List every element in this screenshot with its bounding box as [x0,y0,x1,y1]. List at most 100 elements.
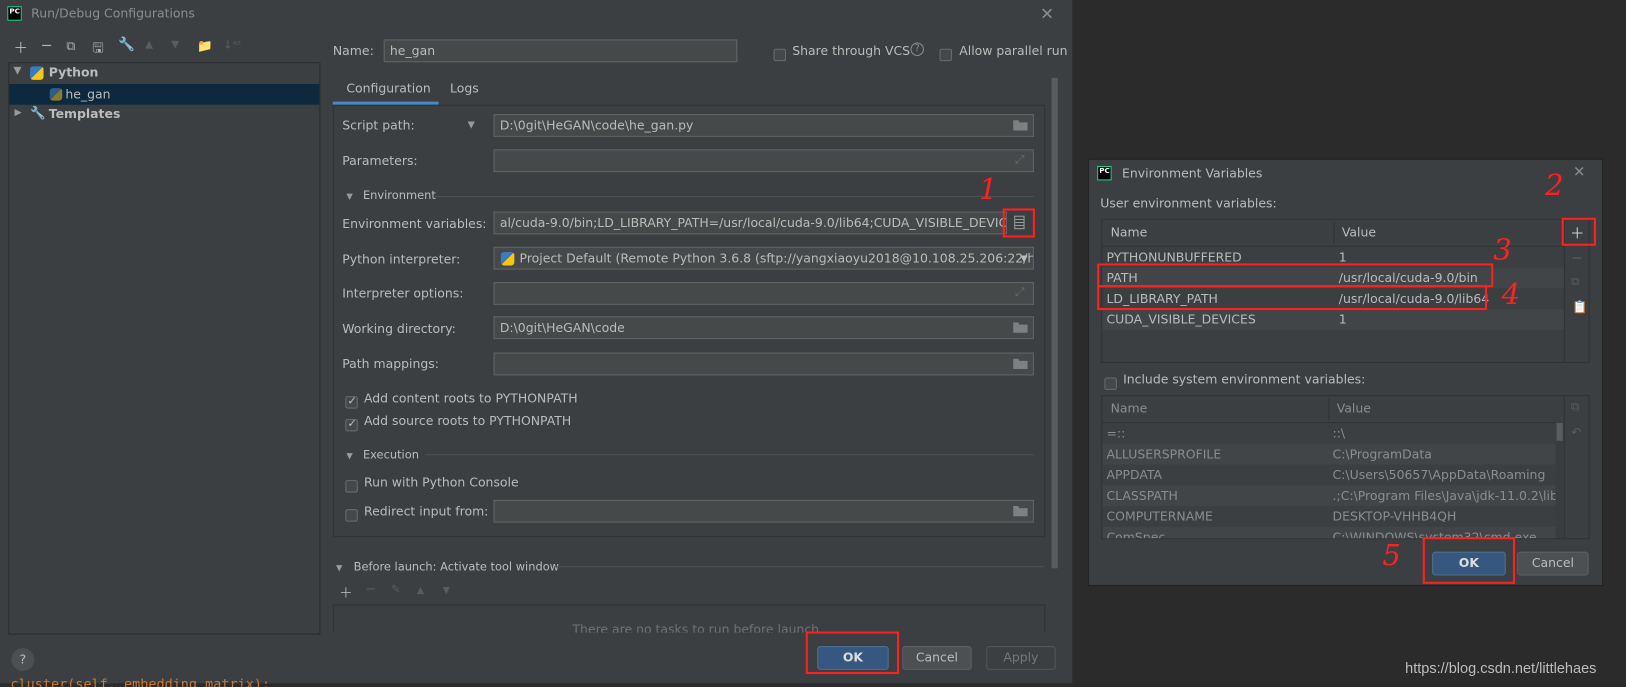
copy-icon[interactable]: ⧉ [66,38,75,54]
run-python-console-checkbox[interactable] [345,475,358,495]
interpreter-options-label: Interpreter options: [342,286,464,301]
system-vars-scrollbar[interactable] [1555,423,1564,539]
path-mappings-input[interactable] [493,352,1034,376]
column-header-value[interactable]: Value [1337,401,1371,416]
close-icon[interactable]: ✕ [1573,164,1585,181]
share-vcs-label: Share through VCS [792,43,911,59]
tree-item-python[interactable]: ▼ Python [9,63,319,84]
annotation-2: 2 [1545,167,1564,203]
add-content-roots-checkbox[interactable] [345,391,358,411]
copy-variable-icon[interactable]: ⧉ [1571,275,1579,290]
remove-task-icon[interactable]: − [365,582,376,598]
folder-icon[interactable] [1013,358,1028,370]
save-icon[interactable]: 🖫 [92,38,103,61]
table-row[interactable]: =::::\ [1102,423,1555,444]
column-header-name[interactable]: Name [1111,401,1148,416]
annotation-1: 1 [978,172,998,207]
tree-label-python: Python [48,65,99,80]
collapse-arrow-icon[interactable]: ▶ [15,108,22,118]
redirect-input-field[interactable] [493,499,1034,523]
environment-collapse-icon[interactable]: ▼ [346,192,352,201]
add-source-roots-checkbox[interactable] [345,414,358,434]
apply-button[interactable]: Apply [986,646,1056,670]
env-vars-edit-icon[interactable] [1014,215,1025,230]
table-row[interactable]: COMPUTERNAME DESKTOP-VHHB4QH [1102,506,1555,527]
remove-variable-icon[interactable]: − [1571,250,1583,267]
add-task-icon[interactable]: ＋ [339,582,352,602]
move-task-up-icon[interactable]: ▲ [417,586,424,596]
wrench-icon: 🔧 [30,105,46,121]
include-system-checkbox[interactable] [1104,372,1117,392]
tab-logs[interactable]: Logs [450,81,479,96]
folder-icon[interactable] [1013,505,1028,517]
annotation-3: 3 [1493,232,1512,267]
column-header-name[interactable]: Name [1111,225,1148,240]
run-python-console-label: Run with Python Console [363,474,519,490]
path-mappings-label: Path mappings: [342,356,439,372]
undo-icon[interactable]: ↶ [1571,425,1581,440]
user-vars-label: User environment variables: [1100,195,1277,211]
tab-configuration[interactable]: Configuration [346,81,430,96]
close-icon[interactable]: ✕ [1040,4,1054,24]
env-cancel-button[interactable]: Cancel [1517,551,1589,576]
execution-collapse-icon[interactable]: ▼ [346,451,352,460]
dialog-title: Run/Debug Configurations [31,6,195,21]
new-folder-icon[interactable]: 📁 [197,38,213,53]
tree-label-he-gan: he_gan [65,87,111,102]
run-debug-dialog: PC Run/Debug Configurations ✕ ＋ − ⧉ 🖫 🔧 … [0,0,1073,684]
redirect-input-checkbox[interactable] [345,504,358,524]
move-up-icon[interactable]: ▲ [145,39,153,50]
help-circle-icon[interactable]: ? [910,42,924,56]
before-launch-collapse-icon[interactable]: ▼ [336,563,342,572]
edit-task-icon[interactable]: ✎ [391,583,401,596]
interpreter-options-input[interactable] [493,282,1034,305]
tree-item-templates[interactable]: ▶ 🔧 Templates [9,105,319,126]
script-path-input[interactable]: D:\0git\HeGAN\code\he_gan.py [493,114,1034,137]
move-task-down-icon[interactable]: ▼ [443,586,450,596]
folder-icon[interactable] [1013,119,1028,131]
working-directory-input[interactable]: D:\0git\HeGAN\code [493,316,1034,340]
before-launch-task-list: There are no tasks to run before launch [332,604,1046,633]
column-divider [1328,398,1330,420]
expand-icon[interactable]: ⤢ [1015,285,1024,300]
paste-variable-icon[interactable]: 📋 [1572,300,1588,315]
environment-separator [434,195,1034,198]
script-path-dropdown-icon[interactable]: ▼ [468,120,475,130]
tree-label-templates: Templates [48,106,121,122]
move-down-icon[interactable]: ▼ [171,39,179,50]
scrollbar-thumb[interactable] [1556,423,1563,441]
column-header-value[interactable]: Value [1342,225,1376,240]
add-source-roots-label: Add source roots to PYTHONPATH [363,413,572,429]
folder-icon[interactable] [1013,321,1028,333]
pycharm-logo-icon: PC [7,6,22,21]
table-row[interactable]: ALLUSERSPROFILE C:\ProgramData [1102,443,1556,465]
cancel-button[interactable]: Cancel [902,646,972,670]
name-input[interactable]: he_gan [383,39,738,63]
add-icon[interactable]: ＋ [13,37,28,58]
execution-section-title: Execution [362,447,419,462]
watermark: https://blog.csdn.net/littlehaes [1405,659,1597,677]
env-vars-input[interactable]: al/cuda-9.0/bin;LD_LIBRARY_PATH=/usr/loc… [493,211,1007,235]
annotation-4: 4 [1501,276,1521,312]
python-interpreter-select[interactable]: Project Default (Remote Python 3.6.8 (sf… [493,246,1034,270]
remove-icon[interactable]: − [40,37,52,54]
expand-arrow-icon[interactable]: ▼ [13,65,21,76]
expand-icon[interactable]: ⤢ [1015,152,1024,167]
help-button[interactable]: ? [11,648,35,671]
include-system-label: Include system environment variables: [1123,372,1366,387]
wrench-icon[interactable]: 🔧 [118,37,135,53]
table-row[interactable]: APPDATA C:\Users\50657\AppData\Roaming [1102,465,1555,486]
table-row[interactable]: CUDA_VISIBLE_DEVICES 1 [1102,309,1564,330]
allow-parallel-checkbox[interactable] [939,44,952,64]
add-variable-highlight [1561,217,1596,246]
share-vcs-checkbox[interactable] [773,44,787,64]
editor-background: cluster(self, embedding_matrix): [0,677,1073,687]
copy-variable-icon[interactable]: ⧉ [1571,400,1579,415]
parameters-input[interactable] [493,149,1034,173]
sort-icon[interactable]: ↓ᵃᶻ [223,38,241,51]
environment-variables-dialog: PC Environment Variables ✕ User environm… [1087,158,1604,586]
chevron-down-icon[interactable]: ▼ [1020,249,1027,269]
tree-item-he-gan[interactable]: he_gan [9,83,320,105]
table-row[interactable]: CLASSPATH .;C:\Program Files\Java\jdk-11.… [1102,485,1558,507]
scrollbar[interactable] [1051,77,1058,569]
